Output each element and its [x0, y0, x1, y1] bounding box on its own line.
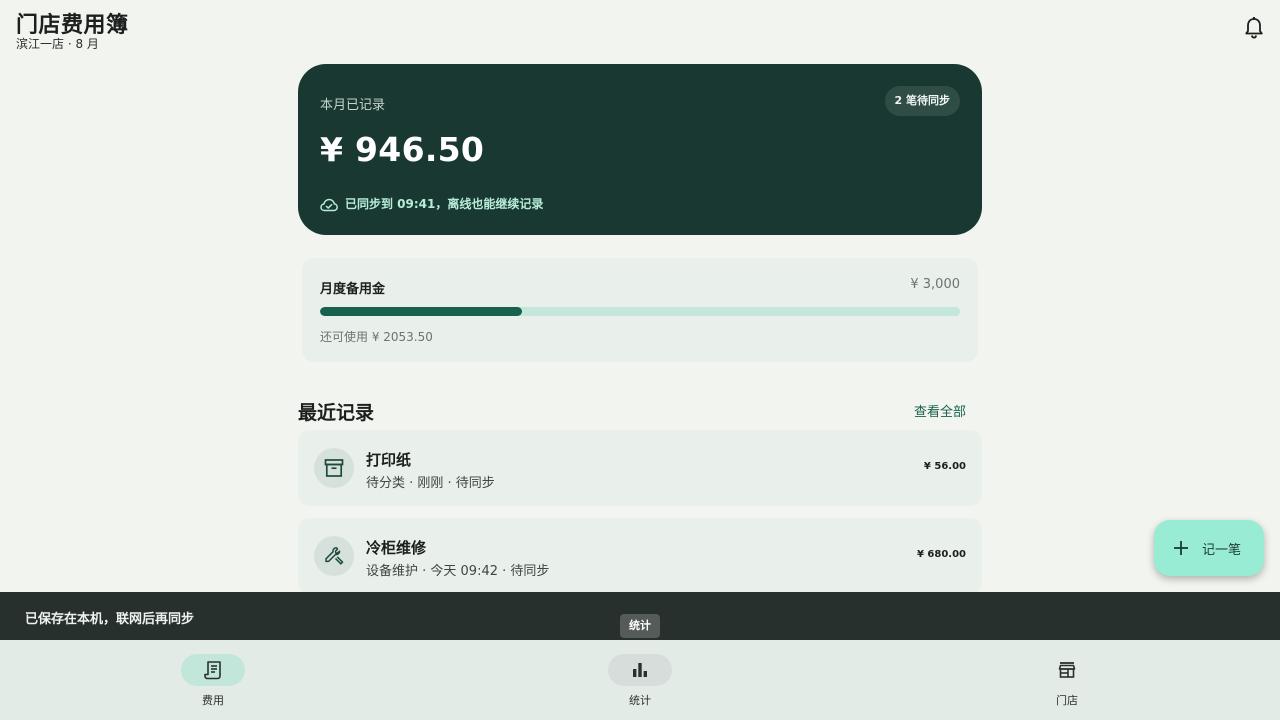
budget-title: 月度备用金: [320, 282, 386, 297]
cloud-done-icon: [320, 197, 338, 211]
summary-label: 本月已记录: [320, 98, 386, 113]
pending-sync-badge[interactable]: 2 笔待同步: [884, 86, 960, 116]
record-amount: ¥ 56.00: [923, 461, 966, 472]
record-title: 冷柜维修: [366, 539, 427, 557]
record-meta: 待分类 · 刚刚 · 待同步: [366, 476, 495, 491]
view-all-link[interactable]: 查看全部: [914, 401, 966, 420]
monthly-total-amount: ¥ 946.50: [320, 130, 485, 169]
nav-label: 门店: [1056, 694, 1078, 707]
monthly-summary-card: 本月已记录 2 笔待同步 ¥ 946.50 已同步到 09:41，离线也能继续记…: [298, 64, 982, 235]
budget-remaining: 还可使用 ¥ 2053.50: [320, 330, 433, 344]
record-amount: ¥ 680.00: [916, 549, 966, 560]
monthly-petty-cash-card: 月度备用金 ¥ 3,000 还可使用 ¥ 2053.50: [302, 258, 978, 362]
sync-status-row: 已同步到 09:41，离线也能继续记录: [320, 195, 543, 212]
recent-records-title: 最近记录: [298, 402, 375, 424]
nav-tooltip: 统计: [620, 614, 660, 638]
receipt-icon: [181, 654, 245, 686]
nav-item-store[interactable]: 门店: [1017, 640, 1117, 720]
snackbar-message: 已保存在本机，联网后再同步: [25, 612, 195, 627]
app-bar: 门店费用簿 滨江一店 · 8 月: [0, 0, 1280, 56]
nav-label: 统计: [629, 694, 651, 707]
nav-label: 费用: [202, 694, 224, 707]
wrench-icon: [314, 536, 354, 576]
sync-status-text: 已同步到 09:41，离线也能继续记录: [345, 197, 544, 211]
budget-limit: ¥ 3,000: [910, 277, 960, 292]
list-item[interactable]: 冷柜维修 设备维护 · 今天 09:42 · 待同步 ¥ 680.00: [298, 518, 982, 594]
record-meta: 设备维护 · 今天 09:42 · 待同步: [366, 564, 550, 579]
nav-item-stats[interactable]: 统计: [590, 640, 690, 720]
add-expense-button[interactable]: 记一笔: [1154, 520, 1264, 576]
archive-box-icon: [314, 448, 354, 488]
add-expense-label: 记一笔: [1202, 541, 1242, 557]
budget-progress-bar: [320, 307, 960, 316]
bottom-navigation: 费用 统计 门店: [0, 640, 1280, 720]
plus-icon: [1172, 539, 1190, 557]
budget-progress-fill: [320, 307, 522, 316]
list-item[interactable]: 打印纸 待分类 · 刚刚 · 待同步 ¥ 56.00: [298, 430, 982, 506]
store-icon: [1035, 654, 1099, 686]
record-title: 打印纸: [366, 451, 412, 469]
store-month-subtitle: 滨江一店 · 8 月: [16, 37, 99, 51]
bar-chart-icon: [608, 654, 672, 686]
notifications-bell-icon[interactable]: [1243, 16, 1265, 40]
nav-item-expenses[interactable]: 费用: [163, 640, 263, 720]
